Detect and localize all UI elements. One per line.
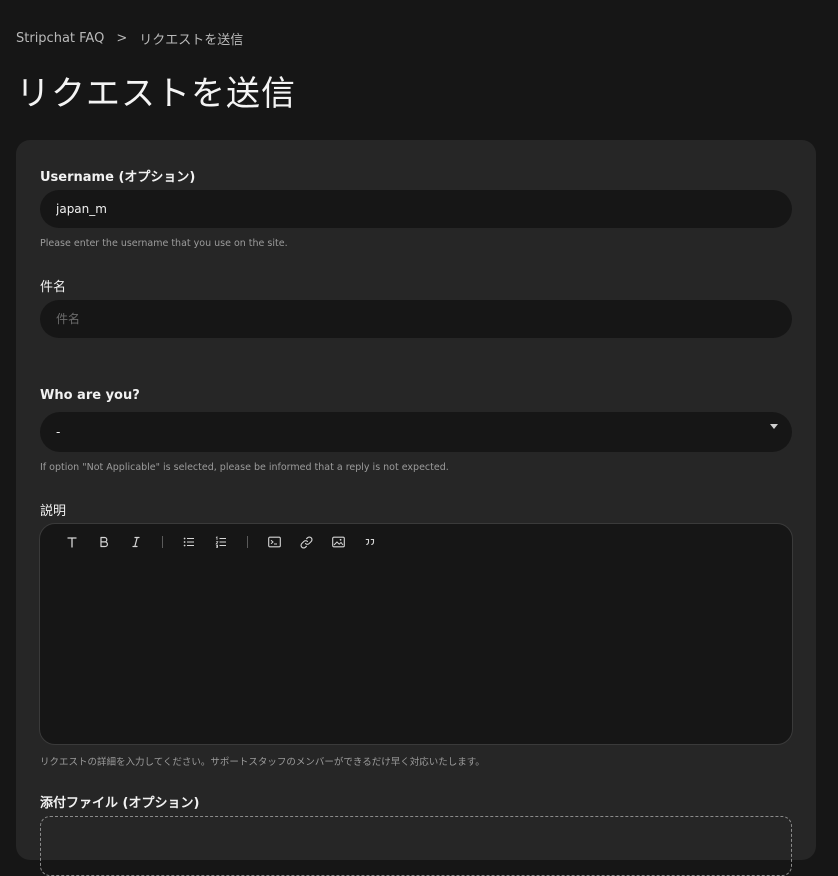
username-input[interactable] — [40, 190, 792, 228]
breadcrumb-separator: > — [116, 31, 128, 46]
who-are-you-selected-value: - — [56, 425, 61, 439]
bold-icon[interactable] — [88, 532, 120, 552]
italic-icon[interactable] — [120, 532, 152, 552]
quote-icon[interactable] — [354, 532, 386, 552]
image-icon[interactable] — [322, 532, 354, 552]
description-hint: リクエストの詳細を入力してください。サポートスタッフのメンバーができるだけ早く対… — [40, 757, 485, 768]
editor-toolbar — [56, 532, 386, 552]
request-form: Username (オプション) Please enter the userna… — [16, 140, 816, 876]
bulleted-list-icon[interactable] — [173, 532, 205, 552]
username-hint: Please enter the username that you use o… — [40, 238, 288, 249]
attachments-dropzone[interactable] — [40, 816, 792, 876]
description-editor — [39, 523, 793, 745]
text-style-icon[interactable] — [56, 532, 88, 552]
description-label: 説明 — [40, 504, 67, 519]
code-block-icon[interactable] — [258, 532, 290, 552]
page-title: リクエストを送信 — [16, 74, 296, 114]
attachments-label: 添付ファイル (オプション) — [40, 796, 200, 811]
toolbar-divider — [162, 536, 163, 548]
toolbar-divider — [247, 536, 248, 548]
link-icon[interactable] — [290, 532, 322, 552]
who-are-you-label: Who are you? — [40, 388, 140, 403]
subject-label: 件名 — [40, 280, 67, 295]
breadcrumb: Stripchat FAQ > リクエストを送信 — [16, 29, 243, 48]
breadcrumb-link-faq[interactable]: Stripchat FAQ — [16, 31, 104, 46]
breadcrumb-current: リクエストを送信 — [139, 33, 244, 48]
numbered-list-icon[interactable] — [205, 532, 237, 552]
chevron-down-icon — [770, 423, 778, 429]
subject-input[interactable] — [40, 300, 792, 338]
who-are-you-select[interactable]: - — [40, 412, 792, 452]
username-label: Username (オプション) — [40, 170, 196, 185]
who-are-you-hint: If option "Not Applicable" is selected, … — [40, 462, 449, 473]
description-textarea[interactable] — [56, 564, 776, 732]
